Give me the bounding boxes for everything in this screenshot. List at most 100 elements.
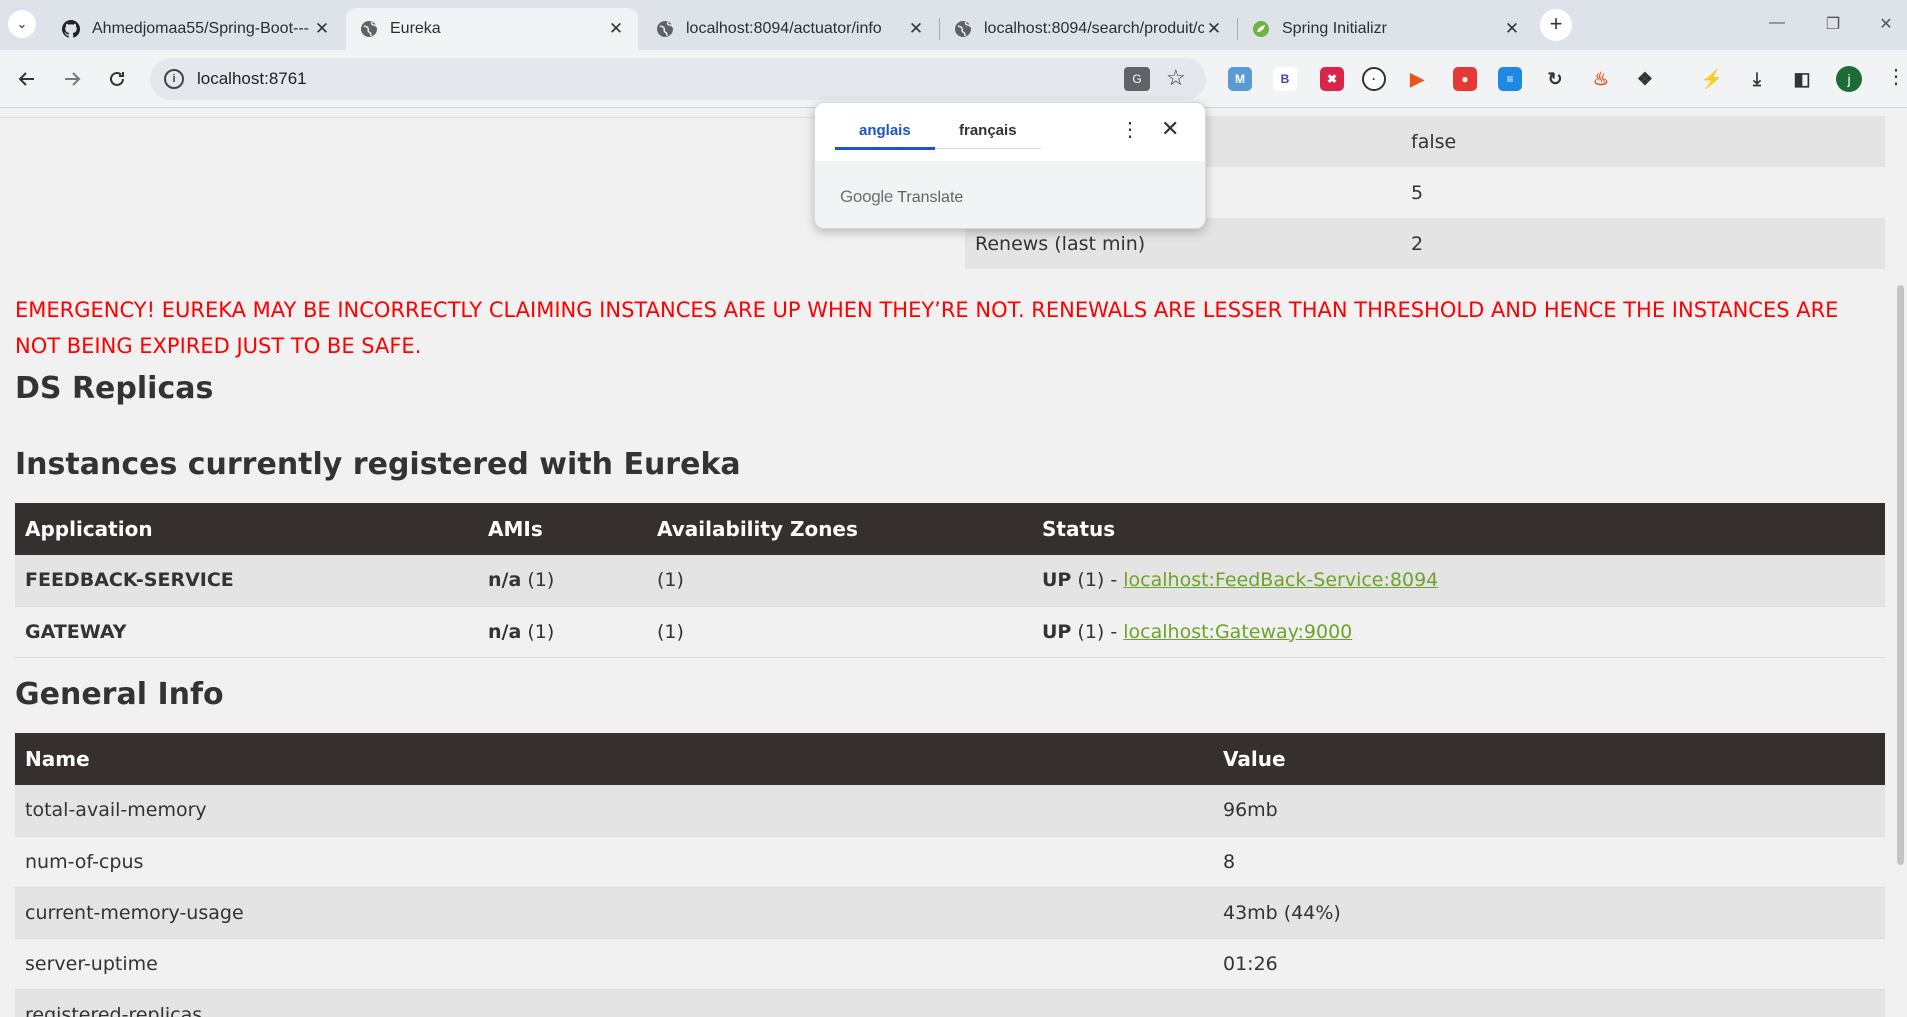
info-value: 43mb (44%) xyxy=(1213,887,1885,939)
tab-title: localhost:8094/search/produit/c xyxy=(984,20,1204,37)
general-info-table: Name Value total-avail-memory 96mb num-o… xyxy=(15,733,1885,1017)
restore-icon: ❐ xyxy=(1825,16,1841,33)
more-options-icon[interactable]: ⋮ xyxy=(1120,117,1140,142)
scrollbar-thumb[interactable] xyxy=(1897,285,1904,865)
tab-eureka[interactable]: Eureka ✕ xyxy=(346,8,638,50)
puzzle-extensions-icon[interactable]: ❖ xyxy=(1633,67,1657,91)
table-row: total-avail-memory 96mb xyxy=(15,785,1885,837)
google-translate-logo: Google Translate xyxy=(840,187,963,207)
more-menu-icon[interactable]: ⋮ xyxy=(1886,64,1906,89)
globe-icon xyxy=(360,20,378,38)
fire-extension-icon[interactable]: ♨ xyxy=(1589,67,1613,91)
profile-avatar[interactable]: j xyxy=(1836,66,1862,92)
back-button[interactable] xyxy=(12,64,42,94)
instance-link[interactable]: localhost:FeedBack-Service:8094 xyxy=(1123,569,1438,591)
ami-value: n/a xyxy=(488,569,522,592)
table-row: FEEDBACK-SERVICE n/a (1) (1) UP (1) - lo… xyxy=(15,555,1885,607)
arrow-right-icon xyxy=(65,72,81,86)
instances-heading: Instances currently registered with Eure… xyxy=(15,447,741,482)
address-url[interactable]: localhost:8761 xyxy=(197,69,307,89)
page-scrollbar[interactable] xyxy=(1893,109,1907,1017)
column-header: Value xyxy=(1213,733,1885,785)
tab-spring-initializr[interactable]: Spring Initializr ✕ xyxy=(1238,8,1534,50)
amis-cell: n/a (1) xyxy=(478,555,647,607)
table-row: num-of-cpus 8 xyxy=(15,836,1885,888)
ds-replicas-heading: DS Replicas xyxy=(15,371,214,406)
selected-tab-indicator xyxy=(835,147,935,150)
tab-github[interactable]: Ahmedjomaa55/Spring-Boot--- ✕ xyxy=(48,8,344,50)
extension-red-icon[interactable]: ✖ xyxy=(1320,67,1344,91)
table-row: registered-replicas xyxy=(15,989,1885,1017)
info-value: 8 xyxy=(1213,836,1885,888)
stat-value: 2 xyxy=(1411,232,1424,255)
bootstrap-extension-icon[interactable]: B xyxy=(1273,67,1297,91)
close-icon: ✕ xyxy=(1879,16,1893,33)
plus-icon: + xyxy=(1549,11,1563,36)
instances-table: Application AMIs Availability Zones Stat… xyxy=(15,503,1885,658)
emergency-warning: EMERGENCY! EUREKA MAY BE INCORRECTLY CLA… xyxy=(15,298,1839,358)
ami-count: (1) xyxy=(527,620,555,643)
instance-link[interactable]: localhost:Gateway:9000 xyxy=(1123,621,1352,643)
translate-icon[interactable]: G xyxy=(1124,67,1150,91)
side-panel-icon[interactable]: ◧ xyxy=(1790,67,1814,91)
eureka-dashboard: d false 5 Renews (last min) 2 EMERGENCY!… xyxy=(0,109,1907,1017)
column-header: Application xyxy=(15,503,478,555)
close-icon[interactable]: ✕ xyxy=(1161,116,1179,142)
tab-actuator-info[interactable]: localhost:8094/actuator/info ✕ xyxy=(642,8,938,50)
tab-title: Spring Initializr xyxy=(1282,20,1387,37)
globe-icon xyxy=(656,20,674,38)
info-name: server-uptime xyxy=(15,938,1213,990)
amis-cell: n/a (1) xyxy=(478,606,647,658)
status-count: (1) - xyxy=(1077,620,1118,643)
close-icon[interactable]: ✕ xyxy=(1204,19,1224,39)
tab-search-produit[interactable]: localhost:8094/search/produit/c ✕ xyxy=(940,8,1236,50)
close-window-button[interactable]: ✕ xyxy=(1876,14,1896,34)
extension-circle-icon[interactable]: · xyxy=(1362,67,1386,91)
tab-target-language[interactable]: français xyxy=(959,122,1017,139)
close-icon[interactable]: ✕ xyxy=(312,19,332,39)
tab-search-button[interactable]: ⌄ xyxy=(8,10,36,38)
column-header: Status xyxy=(1032,503,1885,555)
translate-popup: anglais français ⋮ ✕ Google Translate xyxy=(814,102,1206,229)
reload-icon xyxy=(110,71,124,86)
column-header: AMIs xyxy=(478,503,647,555)
table-row: current-memory-usage 43mb (44%) xyxy=(15,887,1885,939)
status-cell: UP (1) - localhost:FeedBack-Service:8094 xyxy=(1032,555,1885,607)
column-header: Name xyxy=(15,733,1213,785)
camera-extension-icon[interactable]: ● xyxy=(1453,67,1477,91)
forward-button[interactable] xyxy=(57,64,87,94)
ami-count: (1) xyxy=(527,569,555,592)
chevron-down-icon: ⌄ xyxy=(16,16,28,31)
status-up: UP xyxy=(1042,620,1072,643)
zones-cell: (1) xyxy=(647,555,1032,607)
browser-toolbar: i localhost:8761 G ☆ M B ✖ · ▶ ● ≡ ↻ ♨ ❖… xyxy=(0,50,1907,108)
info-value xyxy=(1213,989,1885,1017)
new-tab-button[interactable]: + xyxy=(1540,9,1572,41)
tab-source-language[interactable]: anglais xyxy=(859,122,911,139)
reload-button[interactable] xyxy=(102,64,132,94)
stat-value: 5 xyxy=(1411,181,1424,204)
table-header-row: Application AMIs Availability Zones Stat… xyxy=(15,503,1885,555)
status-up: UP xyxy=(1042,569,1072,592)
close-icon[interactable]: ✕ xyxy=(1502,19,1522,39)
close-icon[interactable]: ✕ xyxy=(606,19,626,39)
download-icon[interactable]: ⤓ xyxy=(1745,67,1769,91)
tab-title: localhost:8094/actuator/info xyxy=(686,20,882,37)
performance-icon[interactable]: ⚡ xyxy=(1700,67,1724,91)
minimize-icon: — xyxy=(1769,14,1785,31)
close-icon[interactable]: ✕ xyxy=(906,19,926,39)
column-header: Availability Zones xyxy=(647,503,1032,555)
table-row: GATEWAY n/a (1) (1) UP (1) - localhost:G… xyxy=(15,606,1885,658)
info-name: current-memory-usage xyxy=(15,887,1213,939)
megaphone-extension-icon[interactable]: ▶ xyxy=(1405,67,1429,91)
extension-blue-icon[interactable]: ≡ xyxy=(1498,67,1522,91)
site-info-icon[interactable]: i xyxy=(164,69,184,89)
gmail-extension-icon[interactable]: M xyxy=(1228,67,1252,91)
google-wordmark: Google xyxy=(840,187,894,206)
restore-button[interactable]: ❐ xyxy=(1823,14,1843,34)
bookmark-star-icon[interactable]: ☆ xyxy=(1166,65,1186,91)
minimize-button[interactable]: — xyxy=(1767,14,1787,32)
sync-extension-icon[interactable]: ↻ xyxy=(1543,67,1567,91)
address-bar[interactable]: i localhost:8761 G ☆ xyxy=(150,58,1206,100)
tab-strip: ⌄ Ahmedjomaa55/Spring-Boot--- ✕ Eureka ✕… xyxy=(0,0,1907,50)
